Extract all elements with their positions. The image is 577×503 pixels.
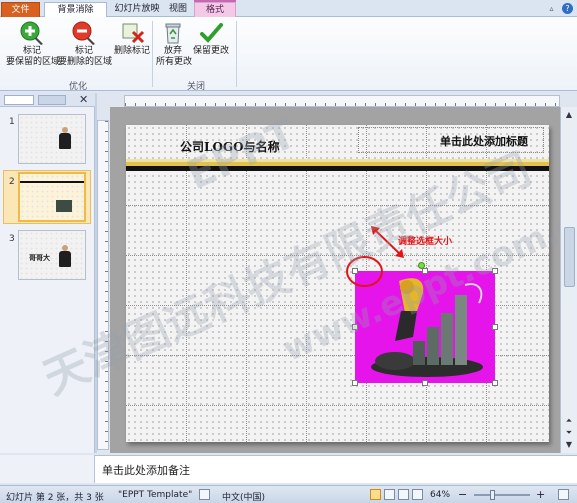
guide-line xyxy=(186,125,187,442)
guide-line xyxy=(246,125,247,442)
mark-keep-button[interactable]: 标记 要保留的区域 xyxy=(6,20,61,68)
slide-sorter-icon[interactable] xyxy=(384,489,395,500)
zoom-in-button[interactable]: + xyxy=(536,488,545,501)
tab-view[interactable]: 视图 xyxy=(162,2,194,17)
slides-panel-header: ✕ xyxy=(0,93,95,107)
resize-handle-sw[interactable] xyxy=(352,380,358,386)
tab-format[interactable]: 格式 xyxy=(194,2,236,17)
ribbon: 标记 要保留的区域 标记 要删除的区域 删除标记 放弃 所有更改 保留更改 优化… xyxy=(0,17,577,92)
language[interactable]: 中文(中国) xyxy=(222,490,265,503)
guide-line xyxy=(126,405,549,406)
tab-slideshow[interactable]: 幻灯片放映 xyxy=(112,2,162,17)
slide-number-3: 3 xyxy=(9,234,15,244)
normal-view-icon[interactable] xyxy=(370,489,381,500)
thumb-chart xyxy=(56,200,72,212)
logo-title-text[interactable]: 公司LOGO与名称 xyxy=(180,138,280,155)
ribbon-tab-bar: 文件 背景消除 幻灯片放映 视图 格式 ▵ ? xyxy=(0,0,577,17)
resize-handle-nw[interactable] xyxy=(352,268,358,274)
scroll-up-icon[interactable]: ▲ xyxy=(563,109,575,121)
spellcheck-icon[interactable] xyxy=(199,489,210,500)
next-slide-icon[interactable]: ⏷ xyxy=(563,427,575,439)
discard-label-1: 放弃 xyxy=(163,46,182,56)
delete-mark-label: 删除标记 xyxy=(113,46,150,56)
horizontal-ruler xyxy=(124,95,560,107)
close-panel-icon[interactable]: ✕ xyxy=(79,93,88,106)
notes-left-filler xyxy=(0,455,95,483)
zoom-slider-knob[interactable] xyxy=(490,490,495,500)
thumb-caption: 哥哥大 xyxy=(29,254,50,262)
delete-mark-button[interactable]: 删除标记 xyxy=(112,20,152,57)
vertical-ruler xyxy=(97,120,109,450)
zoom-out-button[interactable]: − xyxy=(458,488,467,501)
slides-panel: 1 2 3 哥哥大 xyxy=(0,107,95,453)
discard-label-2: 所有更改 xyxy=(156,57,193,67)
previous-slide-icon[interactable]: ⏶ xyxy=(563,415,575,427)
slide-thumbnail-2[interactable] xyxy=(18,172,86,222)
guide-line xyxy=(126,255,549,256)
reading-view-icon[interactable] xyxy=(398,489,409,500)
theme-name: "EPPT Template" xyxy=(118,490,193,500)
mark-remove-label-1: 标记 xyxy=(74,46,93,56)
slideshow-icon[interactable] xyxy=(412,489,423,500)
selected-picture[interactable] xyxy=(355,271,495,383)
guide-line xyxy=(306,125,307,442)
header-band-black xyxy=(126,166,549,171)
zoom-slider[interactable] xyxy=(474,494,530,496)
x-pen-icon xyxy=(122,23,145,44)
fit-to-window-icon[interactable] xyxy=(558,489,569,500)
mark-remove-label-2: 要删除的区域 xyxy=(58,57,113,67)
collapse-ribbon-icon[interactable]: ▵ xyxy=(546,3,557,14)
resize-handle-s[interactable] xyxy=(422,380,428,386)
group-separator xyxy=(236,21,237,87)
slide-info: 幻灯片 第 2 张，共 3 张 xyxy=(6,493,104,503)
scroll-down-icon[interactable]: ▼ xyxy=(563,439,575,451)
title-placeholder-text: 单击此处添加标题 xyxy=(440,135,528,148)
tab-file[interactable]: 文件 xyxy=(1,2,40,17)
group-label-close: 关闭 xyxy=(186,82,205,92)
recycle-icon xyxy=(165,23,181,44)
help-icon[interactable]: ? xyxy=(562,3,573,14)
person-image xyxy=(59,245,71,271)
tab-background-removal[interactable]: 背景消除 xyxy=(44,2,107,17)
guide-line xyxy=(126,205,549,206)
status-bar: 幻灯片 第 2 张，共 3 张 "EPPT Template" 中文(中国) 6… xyxy=(0,485,577,503)
slide-number-2: 2 xyxy=(9,177,15,187)
slide-canvas[interactable]: 公司LOGO与名称 单击此处添加标题 调整选框大小 xyxy=(126,125,549,442)
keep-changes-label: 保留更改 xyxy=(192,46,229,56)
resize-handle-ne[interactable] xyxy=(492,268,498,274)
person-image xyxy=(59,127,71,153)
scroll-thumb[interactable] xyxy=(564,227,575,287)
tab-slides[interactable] xyxy=(4,95,34,105)
slide-thumbnail-1[interactable] xyxy=(18,114,86,164)
resize-handle-e[interactable] xyxy=(492,324,498,330)
thumb-band xyxy=(20,181,84,183)
keep-changes-button[interactable]: 保留更改 xyxy=(192,20,230,57)
bar-chart-figure-icon xyxy=(371,278,483,377)
mark-remove-button[interactable]: 标记 要删除的区域 xyxy=(58,20,113,68)
resize-handle-se[interactable] xyxy=(492,380,498,386)
resize-handle-n[interactable] xyxy=(422,268,428,274)
resize-handle-w[interactable] xyxy=(352,324,358,330)
mark-keep-label-2: 要保留的区域 xyxy=(6,57,61,67)
slide-thumbnail-3[interactable]: 哥哥大 xyxy=(18,230,86,280)
notes-placeholder: 单击此处添加备注 xyxy=(102,464,190,477)
minus-pen-icon xyxy=(72,21,95,45)
mark-keep-label-1: 标记 xyxy=(22,46,41,56)
group-separator xyxy=(152,21,153,87)
vertical-scrollbar[interactable]: ▲ ⏶ ⏷ ▼ xyxy=(560,107,577,453)
checkmark-icon xyxy=(200,23,223,43)
discard-changes-button[interactable]: 放弃 所有更改 xyxy=(156,20,193,68)
zoom-level[interactable]: 64% xyxy=(430,490,450,500)
annotation-text: 调整选框大小 xyxy=(398,237,453,247)
group-label-refine: 优化 xyxy=(68,82,87,92)
plus-pen-icon xyxy=(20,21,43,45)
notes-pane[interactable]: 单击此处添加备注 xyxy=(95,455,577,483)
slide-number-1: 1 xyxy=(9,117,15,127)
tab-outline[interactable] xyxy=(38,95,66,105)
